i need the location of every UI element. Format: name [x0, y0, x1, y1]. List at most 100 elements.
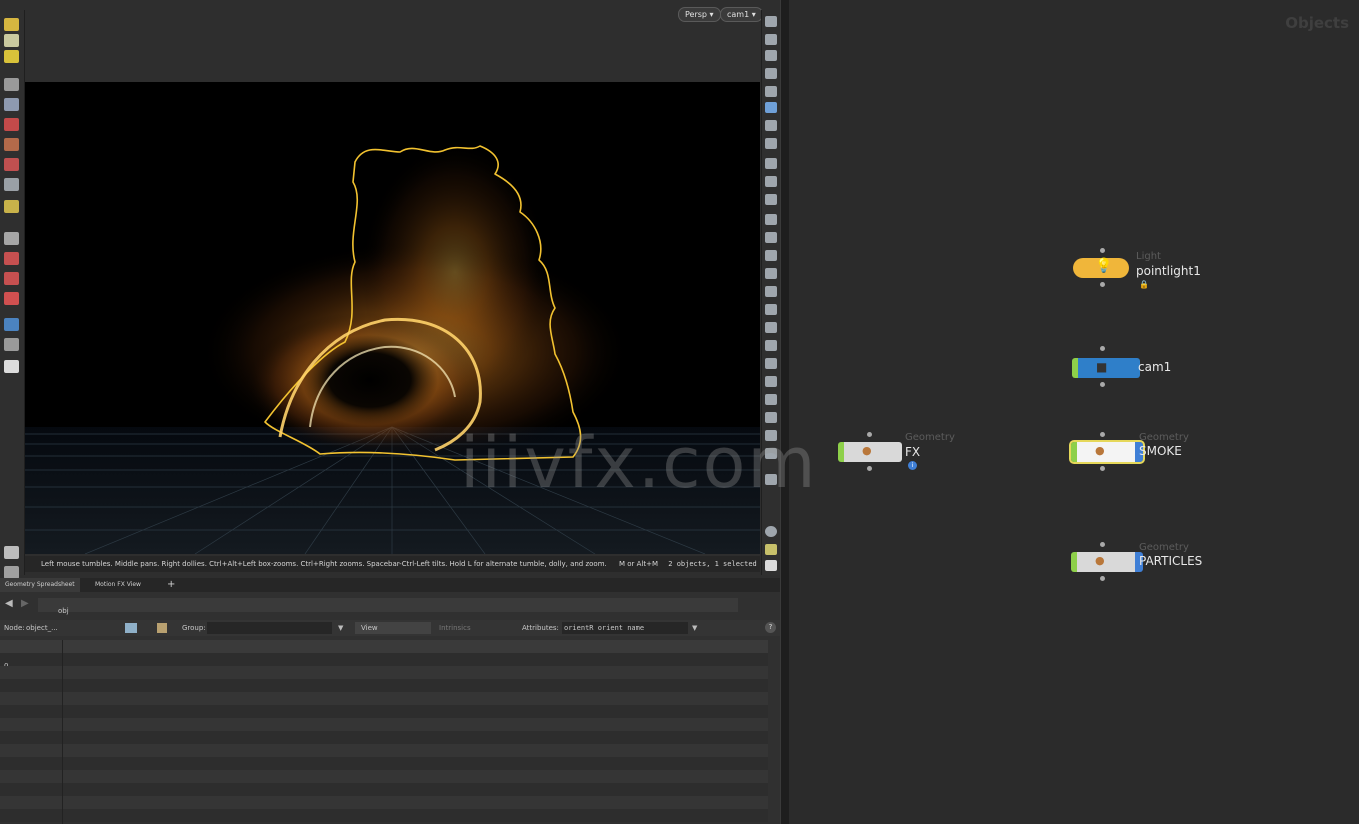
- lock-icon[interactable]: [4, 98, 19, 111]
- tab-motion-fx-view[interactable]: Motion FX View: [90, 578, 146, 592]
- camera-icon[interactable]: [4, 546, 19, 559]
- 3d-viewport[interactable]: [25, 82, 760, 554]
- node-name-label[interactable]: SMOKE: [1139, 444, 1182, 458]
- group-field[interactable]: [207, 622, 332, 634]
- node-name-label[interactable]: cam1: [1138, 360, 1171, 374]
- info-icon[interactable]: [765, 526, 777, 537]
- attribute-filter-icon[interactable]: ▼: [692, 620, 697, 636]
- path-field[interactable]: obj: [38, 598, 738, 615]
- tab-geometry-spreadsheet[interactable]: Geometry Spreadsheet: [0, 578, 80, 592]
- info-badge-icon[interactable]: i: [908, 461, 917, 470]
- node-value[interactable]: object_...: [26, 620, 58, 636]
- crate-icon[interactable]: [765, 394, 777, 405]
- world-space-icon[interactable]: [4, 318, 19, 331]
- rotate-tool-icon[interactable]: [4, 158, 19, 171]
- input-connector[interactable]: [867, 432, 872, 437]
- point-icon[interactable]: [157, 623, 167, 633]
- frame-icon[interactable]: [765, 322, 777, 333]
- magnet-prim-icon[interactable]: [4, 272, 19, 285]
- node-name-label[interactable]: PARTICLES: [1139, 554, 1202, 568]
- camera-menu[interactable]: cam1 ▾: [720, 7, 763, 22]
- brush-icon[interactable]: [765, 268, 777, 279]
- point-number-icon[interactable]: [765, 138, 777, 149]
- pose-tool-icon[interactable]: [4, 50, 19, 63]
- table-row[interactable]: 0: [0, 653, 768, 670]
- output-connector[interactable]: [1100, 466, 1105, 471]
- paint-icon[interactable]: [765, 304, 777, 315]
- node-name-label[interactable]: FX: [905, 445, 920, 459]
- network-context-label: Objects: [1285, 14, 1349, 32]
- table-row: [0, 718, 768, 731]
- grid-snap-icon[interactable]: [4, 232, 19, 245]
- output-connector[interactable]: [1100, 382, 1105, 387]
- arrow-tool-icon[interactable]: [4, 78, 19, 91]
- sphere-icon[interactable]: [765, 86, 777, 97]
- square-icon[interactable]: [765, 430, 777, 441]
- path-bar: ◀ ▶ obj: [0, 596, 780, 615]
- input-connector[interactable]: [1100, 346, 1105, 351]
- view-menu[interactable]: Persp ▾: [678, 7, 721, 22]
- group-label: Group:: [182, 624, 206, 632]
- table-row: [0, 705, 768, 718]
- magnet-icon[interactable]: [4, 252, 19, 265]
- pose-figure-icon[interactable]: [4, 178, 19, 191]
- pin-icon[interactable]: [765, 474, 777, 485]
- geometry-node-body[interactable]: [1071, 552, 1143, 572]
- help-button[interactable]: ?: [765, 622, 776, 633]
- output-connector[interactable]: [1100, 576, 1105, 581]
- scale-tool-icon[interactable]: [4, 138, 19, 151]
- add-tab-button[interactable]: +: [162, 578, 180, 592]
- path-text: obj: [58, 607, 69, 615]
- input-connector[interactable]: [1100, 542, 1105, 547]
- mountain-icon[interactable]: [765, 340, 777, 351]
- output-connector[interactable]: [1100, 282, 1105, 287]
- snap-tool-icon[interactable]: [4, 200, 19, 213]
- geometry-node-body[interactable]: [1069, 440, 1145, 464]
- magnet-point-icon[interactable]: [4, 292, 19, 305]
- fire-core: [302, 335, 438, 425]
- dot-icon[interactable]: [765, 214, 777, 225]
- grid-icon[interactable]: [765, 448, 777, 459]
- hand-icon[interactable]: [4, 360, 19, 373]
- drop-icon[interactable]: [765, 376, 777, 387]
- fill-icon[interactable]: [765, 286, 777, 297]
- view-dropdown[interactable]: View: [355, 622, 431, 634]
- intrinsics-dropdown[interactable]: Intrinsics: [435, 622, 519, 634]
- scissors-icon[interactable]: [765, 412, 777, 423]
- box-icon[interactable]: [765, 358, 777, 369]
- active-display-icon[interactable]: [765, 102, 777, 113]
- select-tool-icon[interactable]: [4, 18, 19, 31]
- geometry-icon[interactable]: [125, 623, 137, 633]
- display-options-icon[interactable]: [765, 16, 777, 27]
- prim-display-icon[interactable]: [765, 158, 777, 169]
- table-header-row: [0, 640, 768, 653]
- ghost-icon[interactable]: [765, 68, 777, 79]
- filter-icon[interactable]: ▼: [338, 620, 343, 636]
- pane-divider[interactable]: [780, 0, 789, 824]
- point-display-icon[interactable]: [765, 120, 777, 131]
- table-row: [0, 770, 768, 783]
- network-editor-pane[interactable]: Objects 💡 Light pointlight1 🔒 ■ cam1 ● G…: [789, 0, 1359, 824]
- normals-icon[interactable]: [765, 194, 777, 205]
- shading-icon[interactable]: [765, 34, 777, 45]
- input-connector[interactable]: [1100, 248, 1105, 253]
- back-arrow-icon[interactable]: ◀: [5, 598, 13, 609]
- output-connector[interactable]: [867, 466, 872, 471]
- input-connector[interactable]: [1100, 432, 1105, 437]
- forward-arrow-icon[interactable]: ▶: [21, 598, 29, 609]
- spreadsheet-table[interactable]: 0: [0, 640, 768, 824]
- layout-grid-icon[interactable]: [765, 544, 777, 555]
- edit-icon[interactable]: [765, 232, 777, 243]
- fullscreen-icon[interactable]: [765, 560, 777, 571]
- viewer-status-bar: Left mouse tumbles. Middle pans. Right d…: [25, 556, 760, 572]
- viewer-left-toolbar: [0, 10, 25, 579]
- handle-tool-icon[interactable]: [4, 118, 19, 131]
- vertex-display-icon[interactable]: [765, 176, 777, 187]
- move-tool-icon[interactable]: [4, 34, 19, 47]
- attributes-field[interactable]: orientR orient name: [562, 622, 688, 634]
- node-name-label[interactable]: pointlight1: [1136, 264, 1201, 278]
- scene-viewer-pane: Persp ▾ cam1 ▾ Left mouse tumbles. Middl…: [0, 0, 780, 579]
- object-space-icon[interactable]: [4, 338, 19, 351]
- lock-camera-icon[interactable]: [765, 50, 777, 61]
- pen-icon[interactable]: [765, 250, 777, 261]
